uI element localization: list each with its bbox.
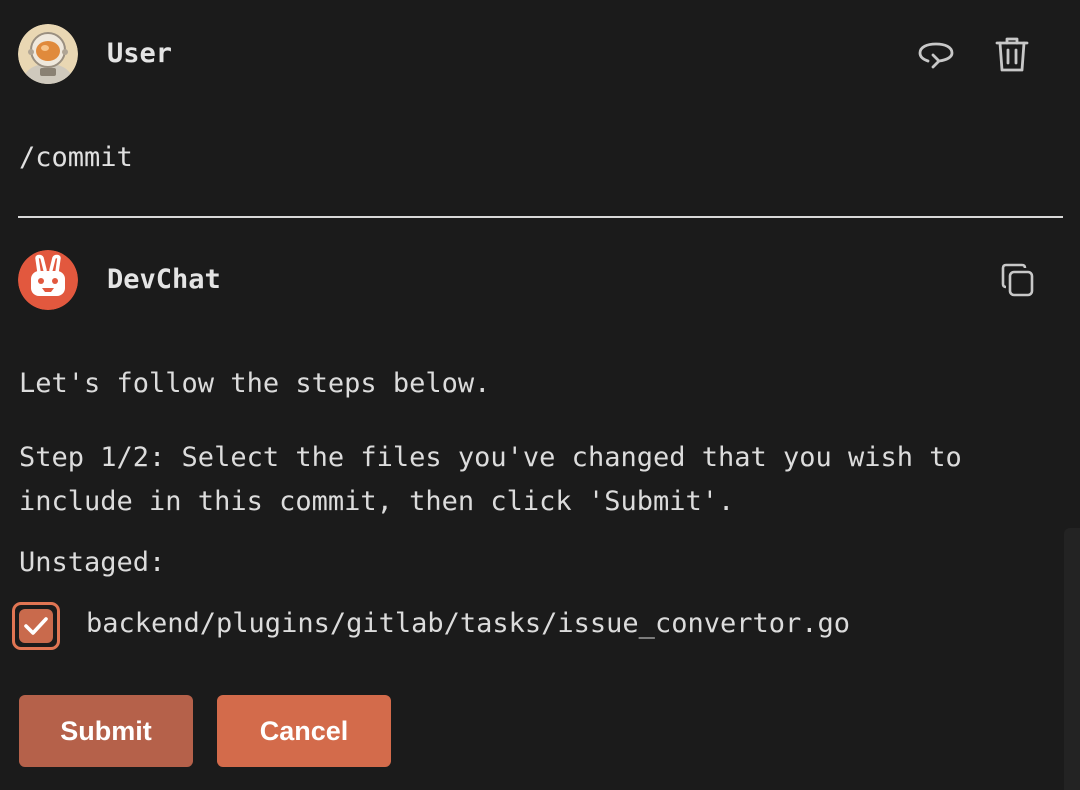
- assistant-message-header: DevChat: [18, 250, 1062, 314]
- user-message-header: User: [18, 24, 1062, 88]
- file-checkbox[interactable]: [12, 602, 60, 650]
- checkbox-fill: [19, 609, 53, 643]
- unstaged-label: Unstaged:: [19, 547, 166, 578]
- submit-button[interactable]: Submit: [19, 695, 193, 767]
- trash-icon[interactable]: [990, 32, 1034, 76]
- chat-panel: User /commit DevChat Let's follow the st…: [0, 0, 1080, 790]
- message-divider: [18, 216, 1063, 218]
- cancel-button[interactable]: Cancel: [217, 695, 391, 767]
- rabbit-logo-icon: [18, 250, 78, 310]
- file-path-label[interactable]: backend/plugins/gitlab/tasks/issue_conve…: [86, 608, 850, 639]
- scrollbar[interactable]: [1064, 528, 1080, 790]
- redo-icon[interactable]: [914, 32, 958, 76]
- user-author-name: User: [107, 38, 173, 69]
- step-instructions: Step 1/2: Select the files you've change…: [19, 442, 979, 517]
- user-message-text: /commit: [19, 142, 133, 173]
- astronaut-avatar-icon: [18, 24, 78, 84]
- checkmark-icon: [24, 617, 48, 635]
- intro-text: Let's follow the steps below.: [19, 368, 491, 399]
- assistant-author-name: DevChat: [107, 264, 221, 295]
- copy-icon[interactable]: [996, 258, 1040, 302]
